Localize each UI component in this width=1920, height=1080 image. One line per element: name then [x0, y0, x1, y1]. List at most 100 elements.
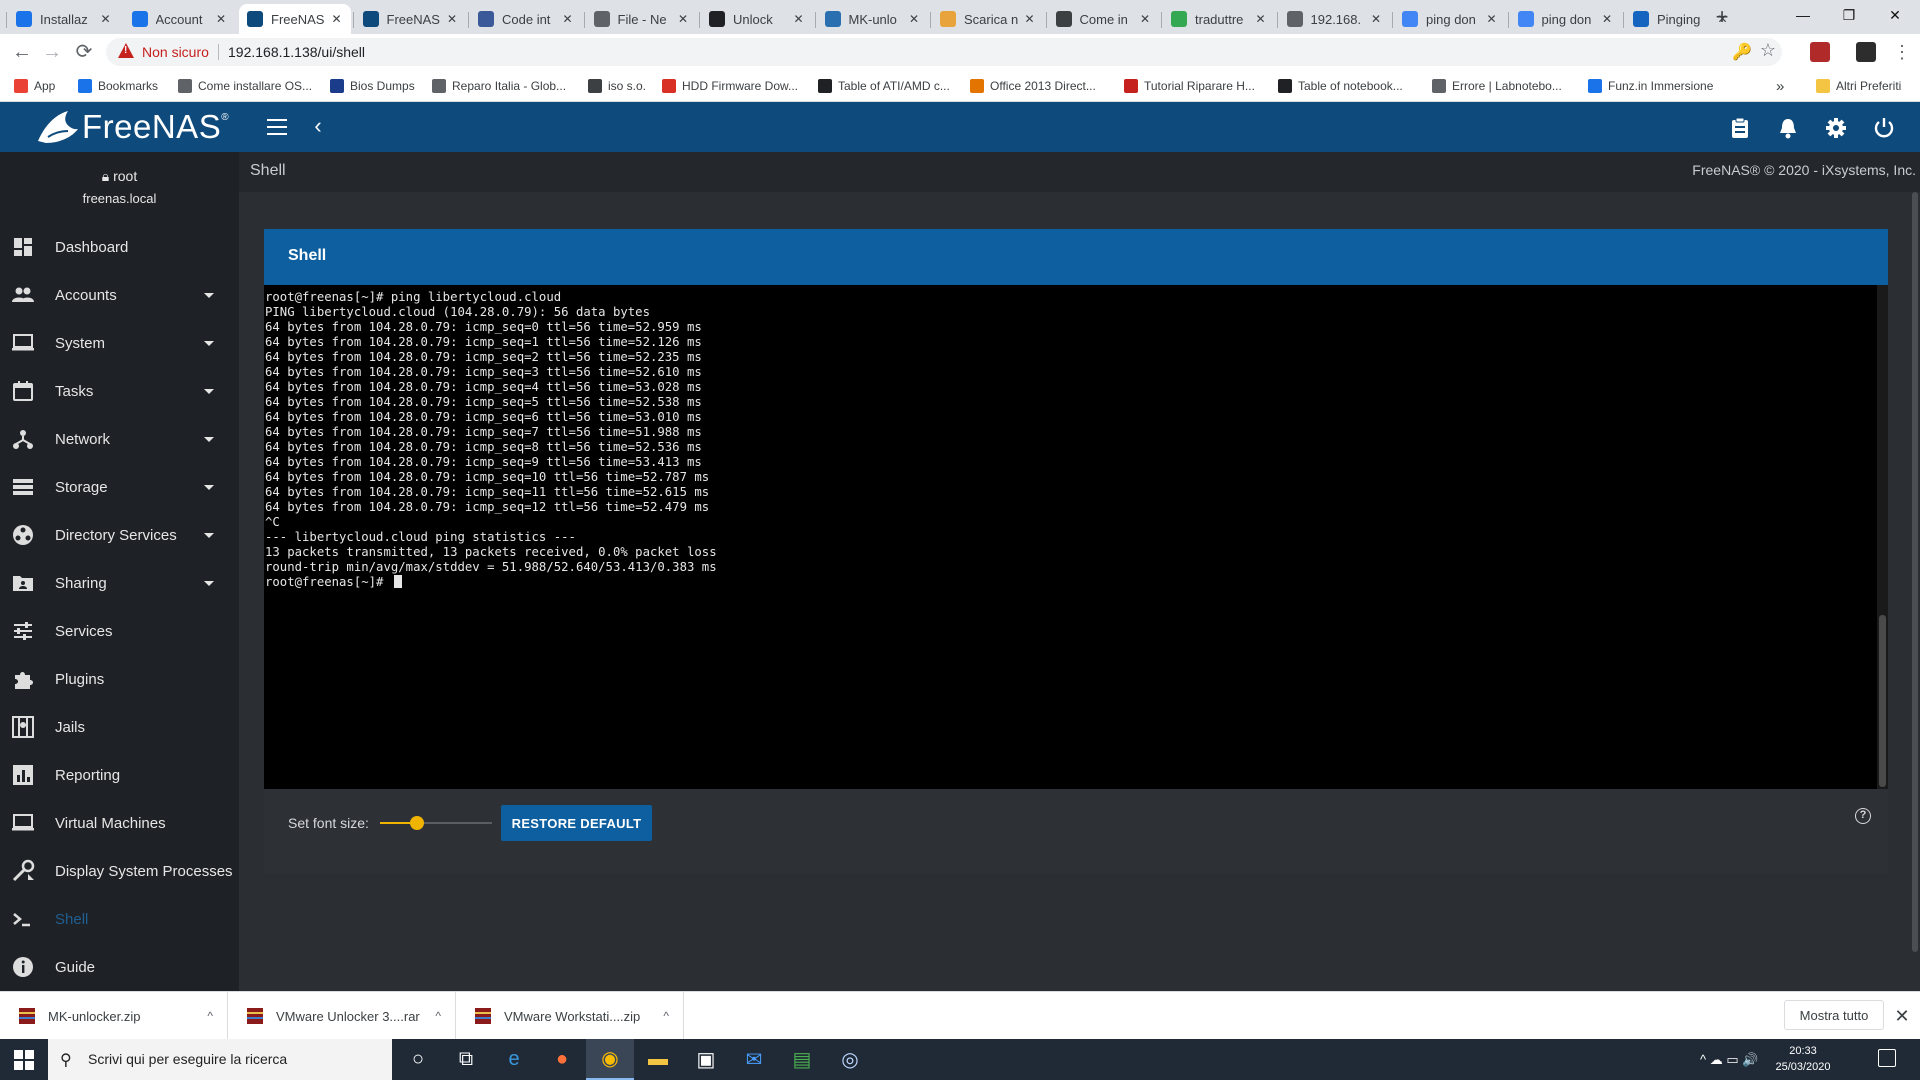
sidebar-item-dashboard[interactable]: Dashboard	[0, 223, 239, 271]
sidebar-item-sharing[interactable]: Sharing	[0, 559, 239, 607]
action-center-icon[interactable]	[1878, 1049, 1896, 1067]
page-scrollbar[interactable]	[1910, 192, 1920, 991]
sidebar-item-system[interactable]: System	[0, 319, 239, 367]
bookmark-item[interactable]: Bios Dumps	[330, 77, 415, 95]
browser-tab[interactable]: ping don ✕	[1394, 4, 1506, 34]
sidebar-item-tasks[interactable]: Tasks	[0, 367, 239, 415]
tab-close-icon[interactable]: ✕	[444, 12, 460, 26]
task-manager-icon[interactable]	[1726, 114, 1754, 142]
download-item[interactable]: VMware Workstati....zip ^	[456, 992, 684, 1040]
reload-icon[interactable]: ⟳	[70, 38, 98, 66]
taskbar-search-box[interactable]: ⚲ Scrivi qui per eseguire la ricerca	[48, 1039, 392, 1080]
browser-tab[interactable]: ping don ✕	[1510, 4, 1622, 34]
power-icon[interactable]	[1870, 114, 1898, 142]
system-tray[interactable]: ^ ☁ ▭ 🔊	[1700, 1039, 1758, 1080]
sidebar-item-plugins[interactable]: Plugins	[0, 655, 239, 703]
bookmarks-overflow[interactable]: »	[1776, 77, 1784, 95]
notifications-bell-icon[interactable]	[1774, 114, 1802, 142]
tab-close-icon[interactable]: ✕	[1368, 12, 1384, 26]
bookmark-item[interactable]: App	[14, 77, 55, 95]
font-size-slider[interactable]	[380, 813, 492, 833]
bookmark-item[interactable]: Office 2013 Direct...	[970, 77, 1096, 95]
show-all-downloads-button[interactable]: Mostra tutto	[1784, 1000, 1884, 1030]
sidebar-item-directory-services[interactable]: Directory Services	[0, 511, 239, 559]
download-item[interactable]: MK-unlocker.zip ^	[0, 992, 228, 1040]
bookmark-item[interactable]: HDD Firmware Dow...	[662, 77, 798, 95]
chevron-up-icon[interactable]: ^	[207, 1009, 213, 1023]
browser-tab[interactable]: Scarica n ✕	[932, 4, 1044, 34]
tab-close-icon[interactable]: ✕	[1599, 12, 1615, 26]
edge-icon[interactable]: e	[490, 1039, 538, 1080]
file-explorer-icon[interactable]: ▬	[634, 1039, 682, 1080]
bookmark-item[interactable]: Table of notebook...	[1278, 77, 1403, 95]
sidebar-item-shell[interactable]: Shell	[0, 895, 239, 943]
browser-tab[interactable]: 192.168. ✕	[1279, 4, 1391, 34]
minimize-button[interactable]: —	[1780, 0, 1826, 30]
settings-gear-icon[interactable]	[1822, 114, 1850, 142]
tab-close-icon[interactable]: ✕	[791, 12, 807, 26]
restore-window-button[interactable]: ❐	[1826, 0, 1872, 30]
tab-close-icon[interactable]: ✕	[906, 12, 922, 26]
terminal-scrollbar[interactable]	[1877, 285, 1888, 789]
sidebar-item-network[interactable]: Network	[0, 415, 239, 463]
browser-tab[interactable]: FreeNAS ✕	[239, 4, 351, 34]
tab-close-icon[interactable]: ✕	[1022, 12, 1038, 26]
sidebar-item-guide[interactable]: Guide	[0, 943, 239, 991]
sidebar-item-storage[interactable]: Storage	[0, 463, 239, 511]
hamburger-menu-icon[interactable]	[264, 114, 290, 140]
browser-tab[interactable]: Installaz ✕	[8, 4, 120, 34]
forward-icon[interactable]: →	[38, 38, 66, 66]
app-icon[interactable]: ▤	[778, 1039, 826, 1080]
bookmark-star-icon[interactable]: ☆	[1760, 40, 1776, 61]
back-icon[interactable]: ←	[8, 38, 36, 66]
task-view-icon[interactable]: ⧉	[442, 1039, 490, 1080]
bookmark-item[interactable]: Tutorial Riparare H...	[1124, 77, 1255, 95]
store-icon[interactable]: ▣	[682, 1039, 730, 1080]
browser-tab[interactable]: Unlock ✕	[701, 4, 813, 34]
help-icon[interactable]: ?	[1855, 808, 1871, 824]
close-downloads-icon[interactable]: ✕	[1892, 1004, 1912, 1028]
security-status[interactable]: Non sicuro	[142, 44, 209, 60]
browser-tab[interactable]: File - Ne ✕	[586, 4, 698, 34]
sidebar-item-virtual-machines[interactable]: Virtual Machines	[0, 799, 239, 847]
browser-tab[interactable]: Account ✕	[124, 4, 236, 34]
terminal-scrollbar-thumb[interactable]	[1879, 615, 1886, 787]
address-bar[interactable]: Non sicuro 192.168.1.138/ui/shell 🔑 ☆	[106, 38, 1782, 66]
password-key-icon[interactable]: 🔑	[1732, 42, 1752, 62]
sidebar-item-services[interactable]: Services	[0, 607, 239, 655]
freenas-logo[interactable]: FreeNAS ®	[34, 106, 229, 148]
network-tool-icon[interactable]: ◎	[826, 1039, 874, 1080]
sidebar-item-jails[interactable]: Jails	[0, 703, 239, 751]
bookmark-item[interactable]: Errore | Labnotebo...	[1432, 77, 1562, 95]
url-text[interactable]: 192.168.1.138/ui/shell	[228, 44, 365, 60]
tab-close-icon[interactable]: ✕	[1253, 12, 1269, 26]
collapse-sidebar-icon[interactable]: ‹	[308, 112, 328, 140]
browser-tab[interactable]: MK-unlo ✕	[817, 4, 929, 34]
browser-tab[interactable]: FreeNAS ✕	[355, 4, 467, 34]
slider-thumb[interactable]	[409, 816, 424, 830]
firefox-icon[interactable]: ●	[538, 1039, 586, 1080]
tab-close-icon[interactable]: ✕	[213, 12, 229, 26]
page-scrollbar-thumb[interactable]	[1912, 192, 1918, 952]
acrobat-extension-icon[interactable]	[1810, 42, 1830, 62]
tab-close-icon[interactable]: ✕	[675, 12, 691, 26]
cortana-icon[interactable]: ○	[394, 1039, 442, 1080]
tab-close-icon[interactable]: ✕	[1484, 12, 1500, 26]
sidebar-item-accounts[interactable]: Accounts	[0, 271, 239, 319]
close-window-button[interactable]: ✕	[1872, 0, 1918, 30]
bookmark-item[interactable]: Come installare OS...	[178, 77, 312, 95]
bookmark-item[interactable]: Reparo Italia - Glob...	[432, 77, 566, 95]
sidebar-item-reporting[interactable]: Reporting	[0, 751, 239, 799]
browser-tab[interactable]: traduttre ✕	[1163, 4, 1275, 34]
tab-close-icon[interactable]: ✕	[329, 12, 345, 26]
bookmark-item[interactable]: Funz.in Immersione	[1588, 77, 1713, 95]
chrome-icon[interactable]: ◉	[586, 1039, 634, 1080]
incognito-extension-icon[interactable]	[1856, 42, 1876, 62]
sidebar-item-display-system-processes[interactable]: Display System Processes	[0, 847, 239, 895]
browser-menu-icon[interactable]: ⋮	[1892, 38, 1912, 66]
clock[interactable]: 20:33 25/03/2020	[1756, 1043, 1850, 1075]
bookmark-item[interactable]: Table of ATI/AMD c...	[818, 77, 950, 95]
windows-start-icon[interactable]	[14, 1050, 34, 1070]
chevron-up-icon[interactable]: ^	[435, 1009, 441, 1023]
mail-icon[interactable]: ✉	[730, 1039, 778, 1080]
